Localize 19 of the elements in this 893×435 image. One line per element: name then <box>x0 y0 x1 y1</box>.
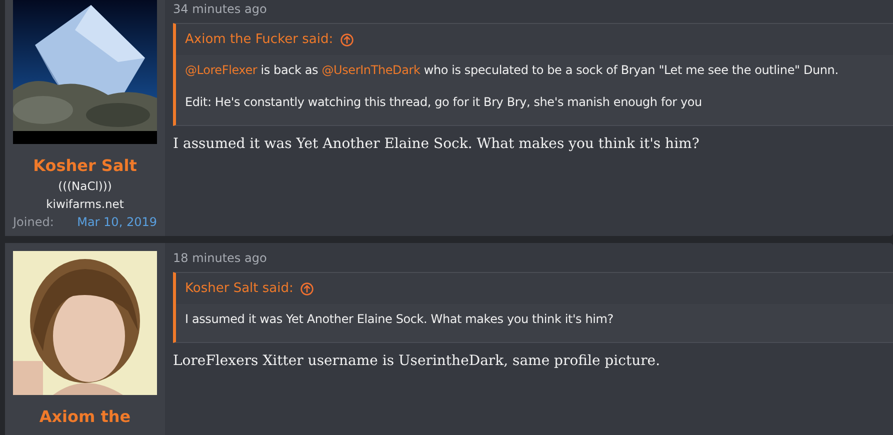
quote-text: Edit: He's constantly watching this thread, go for it Bry Bry, she's manish enough for you <box>185 95 703 109</box>
post-time[interactable]: 34 minutes ago <box>173 2 267 16</box>
quote-text: @LoreFlexer is back as @UserInTheDark who is speculated to be a sock of Bryan "Let me see the outline" Dunn. <box>185 63 840 77</box>
username[interactable]: Kosher Salt <box>33 156 137 175</box>
username[interactable]: Axiom the <box>39 407 131 426</box>
post-message: I assumed it was Yet Another Elaine Sock. What makes you think it's him? <box>173 136 700 152</box>
mention-link[interactable]: @LoreFlexer <box>185 63 258 77</box>
quote-text: I assumed it was Yet Another Elaine Sock. What makes you think it's him? <box>185 312 614 326</box>
user-title: (((NaCl))) <box>58 179 112 193</box>
joined-label: Joined: <box>13 215 54 229</box>
post-time[interactable]: 18 minutes ago <box>173 251 267 265</box>
mention-link[interactable]: @UserInTheDark <box>322 63 420 77</box>
jump-up-icon[interactable] <box>340 32 354 46</box>
user-site: kiwifarms.net <box>46 197 124 211</box>
quote-attribution[interactable]: Kosher Salt said: <box>185 281 294 296</box>
joined-date: Mar 10, 2019 <box>77 215 157 229</box>
quote-attribution[interactable]: Axiom the Fucker said: <box>185 32 334 47</box>
post-message: LoreFlexers Xitter username is UserintheDark, same profile picture. <box>173 353 660 369</box>
jump-up-icon[interactable] <box>300 282 314 296</box>
